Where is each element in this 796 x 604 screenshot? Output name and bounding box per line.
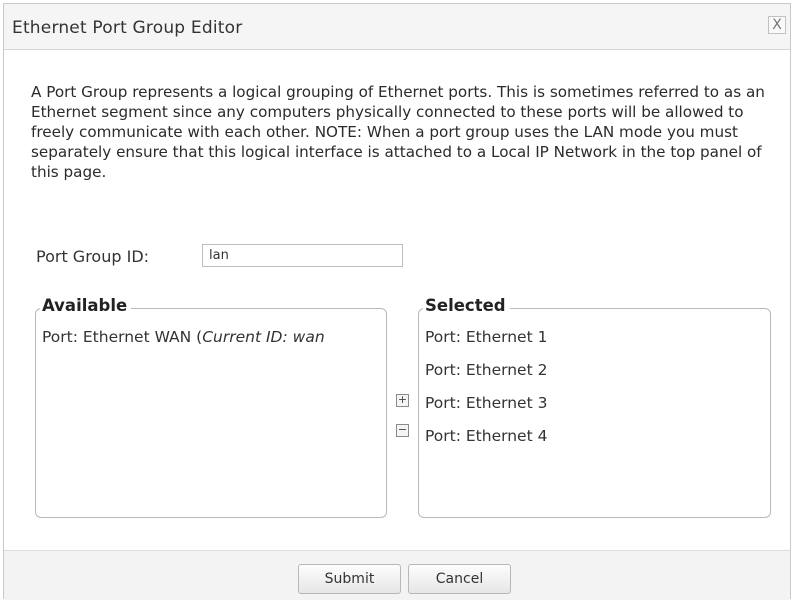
dialog-titlebar: Ethernet Port Group Editor X: [4, 4, 790, 50]
remove-port-button[interactable]: −: [396, 424, 409, 437]
selected-legend: Selected: [423, 296, 510, 315]
close-icon[interactable]: X: [768, 16, 786, 34]
available-listbox[interactable]: Port: Ethernet WAN (Current ID: wan: [42, 321, 382, 511]
submit-button[interactable]: Submit: [298, 564, 401, 594]
available-legend: Available: [40, 296, 132, 315]
available-fieldset: Available Port: Ethernet WAN (Current ID…: [35, 296, 387, 518]
available-item-current-id: Current ID: wan: [202, 328, 325, 346]
dialog-title: Ethernet Port Group Editor: [12, 18, 243, 38]
port-group-id-label: Port Group ID:: [36, 247, 150, 266]
selected-listbox[interactable]: Port: Ethernet 1 Port: Ethernet 2 Port: …: [425, 321, 766, 511]
selected-item-ethernet-3[interactable]: Port: Ethernet 3: [425, 387, 766, 420]
cancel-button[interactable]: Cancel: [408, 564, 511, 594]
selected-item-ethernet-2[interactable]: Port: Ethernet 2: [425, 354, 766, 387]
dialog-content: A Port Group represents a logical groupi…: [4, 50, 790, 550]
port-group-id-input[interactable]: [202, 244, 403, 267]
dialog-footer: Submit Cancel: [4, 550, 790, 600]
available-item-ethernet-wan[interactable]: Port: Ethernet WAN (Current ID: wan: [42, 321, 382, 354]
add-port-button[interactable]: +: [396, 394, 409, 407]
selected-fieldset: Selected Port: Ethernet 1 Port: Ethernet…: [418, 296, 771, 518]
description-text: A Port Group represents a logical groupi…: [31, 83, 765, 181]
available-item-label: Port: Ethernet WAN (: [42, 328, 203, 346]
selected-item-ethernet-1[interactable]: Port: Ethernet 1: [425, 321, 766, 354]
port-group-editor-dialog: Ethernet Port Group Editor X A Port Grou…: [3, 3, 791, 600]
selected-item-ethernet-4[interactable]: Port: Ethernet 4: [425, 420, 766, 453]
